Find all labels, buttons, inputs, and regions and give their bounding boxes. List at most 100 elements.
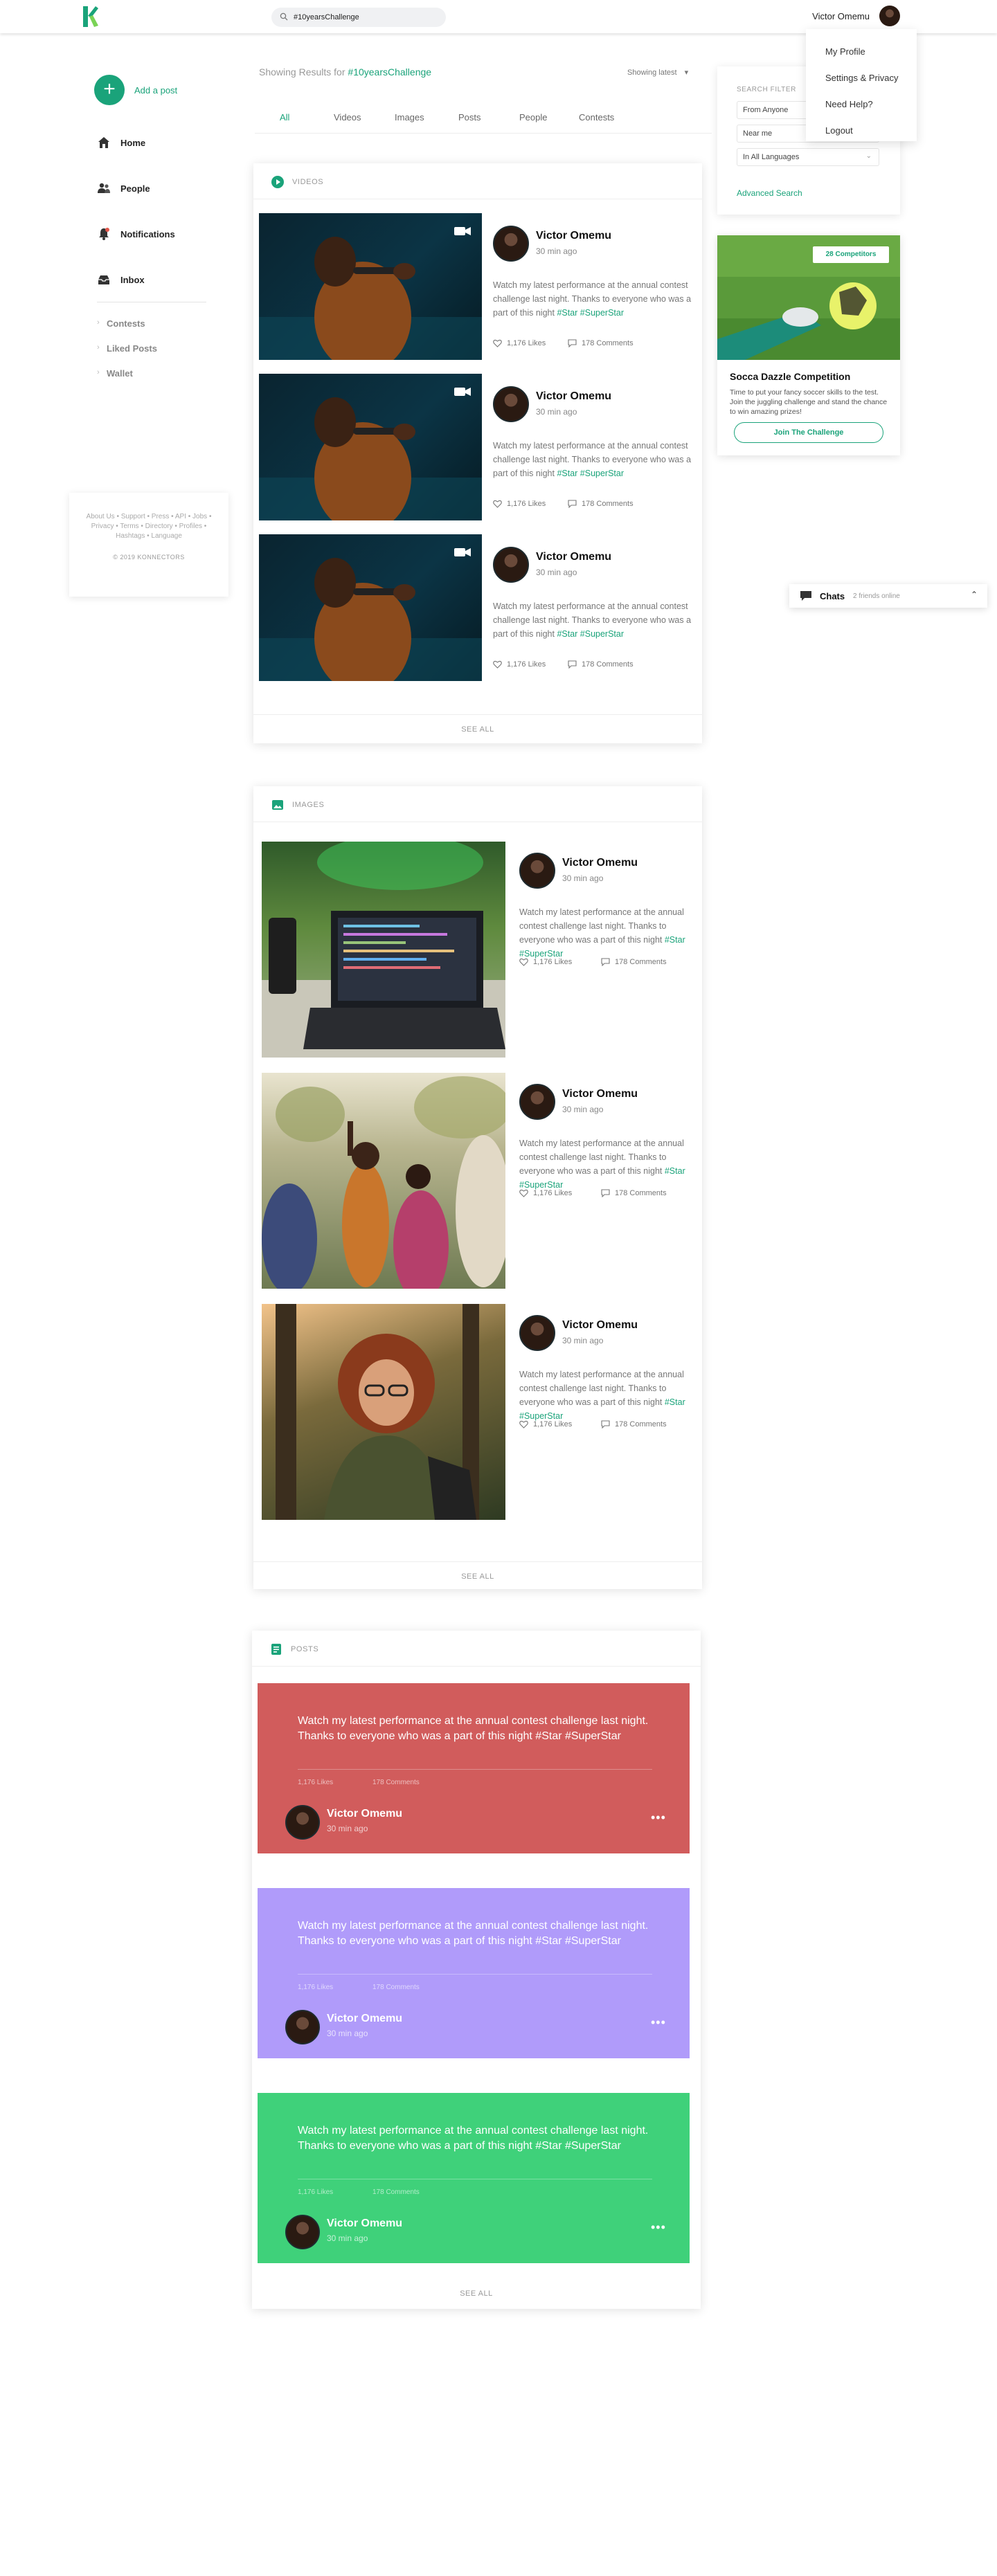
see-all-images-link[interactable]: SEE ALL	[253, 1572, 702, 1581]
author-name[interactable]: Victor Omemu	[562, 1088, 638, 1100]
chats-bar[interactable]: Chats 2 friends online ⌃	[789, 584, 987, 608]
avatar[interactable]	[285, 1805, 320, 1840]
post-image[interactable]	[262, 1304, 505, 1520]
comments-count: 178 Comments	[615, 1189, 667, 1197]
author-name[interactable]: Victor Omemu	[562, 1319, 638, 1332]
heart-icon	[493, 339, 502, 347]
logo-icon[interactable]	[83, 6, 98, 27]
footer-card: About Us • Support • Press • API • Jobs …	[69, 493, 228, 597]
author-name[interactable]: Victor Omemu	[536, 390, 611, 403]
search-bar[interactable]	[271, 8, 446, 27]
footer-links[interactable]: About Us • Support • Press • API • Jobs …	[86, 512, 212, 541]
avatar[interactable]	[285, 2215, 320, 2249]
heart-icon	[519, 958, 528, 966]
menu-item-my-profile[interactable]: My Profile	[806, 39, 917, 65]
likes-count[interactable]: 1,176 Likes	[298, 1984, 333, 1991]
post-time: 30 min ago	[327, 2233, 368, 2243]
author-name[interactable]: Victor Omemu	[327, 1808, 402, 1820]
play-icon	[271, 176, 284, 188]
comments-count[interactable]: 178 Comments	[372, 2188, 420, 2196]
post-description: Watch my latest performance at the annua…	[493, 278, 694, 320]
crowd-illustration	[262, 1076, 505, 1289]
select-value: From Anyone	[743, 106, 789, 114]
advanced-search-link[interactable]: Advanced Search	[737, 188, 802, 198]
video-thumbnail[interactable]	[259, 374, 482, 520]
chevron-right-icon: ›	[97, 318, 100, 327]
comment-icon	[568, 500, 577, 508]
image-entry: Victor Omemu 30 min ago Watch my latest …	[519, 1084, 685, 1222]
language-filter-select[interactable]: In All Languages ⌄	[737, 148, 879, 166]
author-name[interactable]: Victor Omemu	[562, 857, 638, 869]
bell-icon	[99, 228, 109, 240]
menu-item-help[interactable]: Need Help?	[806, 91, 917, 118]
tab-posts[interactable]: Posts	[458, 112, 481, 123]
sidebar-item-label: People	[120, 183, 150, 194]
tab-contests[interactable]: Contests	[579, 112, 614, 123]
text-post-card[interactable]: Watch my latest performance at the annua…	[258, 2093, 690, 2263]
author-name[interactable]: Victor Omemu	[327, 2217, 402, 2230]
avatar[interactable]	[879, 6, 900, 26]
sidebar-item-label: Home	[120, 138, 146, 148]
avatar[interactable]	[519, 853, 555, 889]
search-icon	[280, 12, 288, 21]
avatar[interactable]	[493, 386, 529, 422]
author-name[interactable]: Victor Omemu	[327, 2013, 402, 2025]
video-thumbnail[interactable]	[259, 534, 482, 681]
search-input[interactable]	[294, 11, 439, 24]
avatar[interactable]	[493, 547, 529, 583]
hashtags[interactable]: #Star #SuperStar	[557, 469, 624, 478]
chats-title: Chats	[820, 591, 845, 601]
sidebar-item-label: Notifications	[120, 229, 175, 239]
description-text: Watch my latest performance at the annua…	[519, 907, 684, 945]
tab-images[interactable]: Images	[395, 112, 424, 123]
avatar[interactable]	[285, 2010, 320, 2044]
avatar[interactable]	[519, 1084, 555, 1120]
author-name[interactable]: Victor Omemu	[536, 230, 611, 242]
add-post-label: Add a post	[134, 85, 178, 96]
avatar[interactable]	[493, 226, 529, 262]
join-challenge-button[interactable]: Join The Challenge	[734, 422, 883, 443]
likes-count[interactable]: 1,176 Likes	[298, 2188, 333, 2196]
post-time: 30 min ago	[536, 407, 577, 417]
hashtags[interactable]: #Star #SuperStar	[557, 308, 624, 318]
post-image[interactable]	[262, 1073, 505, 1289]
text-post-card[interactable]: Watch my latest performance at the annua…	[258, 1683, 690, 1853]
more-options-icon[interactable]: •••	[651, 2220, 666, 2235]
portrait-illustration	[276, 1304, 479, 1520]
tab-all[interactable]: All	[280, 112, 289, 123]
image-entry: Victor Omemu 30 min ago Watch my latest …	[519, 853, 685, 991]
section-title: POSTS	[291, 1645, 319, 1653]
hashtags[interactable]: #Star #SuperStar	[557, 629, 624, 639]
header-user-name[interactable]: Victor Omemu	[812, 11, 870, 21]
post-image[interactable]	[262, 842, 505, 1058]
comments-count: 178 Comments	[582, 500, 634, 508]
more-options-icon[interactable]: •••	[651, 1811, 666, 1825]
video-camera-icon	[454, 227, 471, 235]
tab-people[interactable]: People	[519, 112, 547, 123]
post-time: 30 min ago	[536, 568, 577, 577]
comments-count[interactable]: 178 Comments	[372, 1984, 420, 1991]
profile-dropdown-menu: My Profile Settings & Privacy Need Help?…	[806, 29, 917, 141]
menu-item-settings[interactable]: Settings & Privacy	[806, 65, 917, 91]
chevron-up-icon[interactable]: ⌃	[971, 590, 978, 599]
sidebar-subitem-label: Wallet	[107, 368, 133, 379]
avatar[interactable]	[519, 1315, 555, 1351]
author-name[interactable]: Victor Omemu	[536, 551, 611, 563]
comment-icon	[601, 958, 610, 966]
post-time: 30 min ago	[562, 873, 604, 883]
text-post-card[interactable]: Watch my latest performance at the annua…	[258, 1888, 690, 2058]
tab-videos[interactable]: Videos	[334, 112, 361, 123]
more-options-icon[interactable]: •••	[651, 2015, 666, 2030]
video-thumbnail[interactable]	[259, 213, 482, 360]
document-icon	[271, 1644, 281, 1655]
see-all-posts-link[interactable]: SEE ALL	[252, 2289, 701, 2298]
promo-title: Socca Dazzle Competition	[730, 371, 851, 382]
menu-item-logout[interactable]: Logout	[806, 118, 917, 144]
section-title: IMAGES	[292, 801, 325, 809]
see-all-videos-link[interactable]: SEE ALL	[253, 725, 702, 734]
likes-count[interactable]: 1,176 Likes	[298, 1779, 333, 1786]
video-camera-icon	[454, 388, 471, 396]
sort-dropdown[interactable]: Showing latest ▾	[627, 68, 688, 77]
comments-count[interactable]: 178 Comments	[372, 1779, 420, 1786]
comment-icon	[568, 660, 577, 669]
